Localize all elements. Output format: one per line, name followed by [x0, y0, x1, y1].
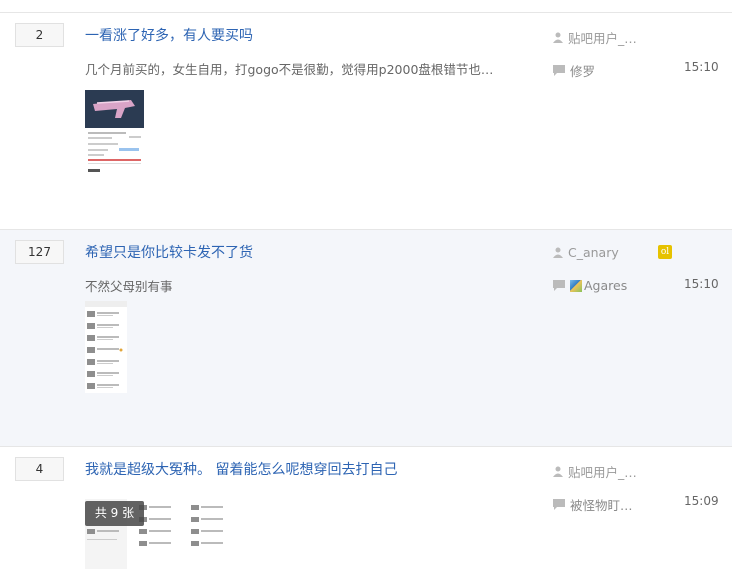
thread-author[interactable]: 贴吧用户_…: [553, 28, 637, 47]
last-replier[interactable]: 修罗: [553, 61, 595, 80]
thread-item: 4 我就是超级大冤种。 留着能怎么呢想穿回去打自己 共 9 张 贴吧用户_… 被…: [0, 447, 732, 577]
thread-thumbnail[interactable]: [85, 301, 127, 397]
user-icon: [553, 247, 563, 258]
author-name[interactable]: 贴吧用户_…: [568, 462, 637, 481]
member-badge-icon: ol: [658, 245, 672, 259]
last-reply-time: 15:09: [684, 494, 719, 508]
comment-icon: [553, 280, 565, 291]
author-name[interactable]: C_anary: [568, 245, 619, 260]
reply-count-badge: 2: [15, 23, 64, 47]
thread-excerpt: 几个月前买的，女生自用，打gogo不是很勤，觉得用p2000盘根错节也和这…: [85, 62, 500, 77]
image-count-label[interactable]: 共 9 张: [85, 501, 144, 526]
replier-avatar: [570, 279, 582, 292]
user-icon: [553, 466, 563, 477]
replier-name[interactable]: Agares: [584, 278, 627, 293]
reply-count-badge: 127: [15, 240, 64, 264]
thread-thumbnail[interactable]: [85, 90, 144, 178]
screenshot-thumbnail-icon: [85, 90, 144, 174]
thread-item: 127 希望只是你比较卡发不了货 不然父母别有事 C_anary ol Agar…: [0, 230, 732, 447]
reply-count-badge: 4: [15, 457, 64, 481]
replier-name[interactable]: 被怪物盯…: [570, 495, 633, 514]
thread-item: 2 一看涨了好多，有人要买吗 几个月前买的，女生自用，打gogo不是很勤，觉得用…: [0, 13, 732, 230]
comment-icon: [553, 499, 565, 510]
comment-icon: [553, 65, 565, 76]
last-replier[interactable]: Agares: [553, 278, 627, 293]
screenshot-thumbnail-icon: [85, 301, 127, 393]
author-name[interactable]: 贴吧用户_…: [568, 28, 637, 47]
thread-title-link[interactable]: 我就是超级大冤种。 留着能怎么呢想穿回去打自己: [85, 459, 397, 479]
thread-author[interactable]: C_anary: [553, 245, 619, 260]
last-reply-time: 15:10: [684, 277, 719, 291]
last-replier[interactable]: 被怪物盯…: [553, 495, 633, 514]
thread-author[interactable]: 贴吧用户_…: [553, 462, 637, 481]
thread-excerpt: 不然父母别有事: [85, 279, 173, 294]
thread-title-link[interactable]: 一看涨了好多，有人要买吗: [85, 25, 253, 45]
user-icon: [553, 32, 563, 43]
replier-name[interactable]: 修罗: [570, 61, 595, 80]
last-reply-time: 15:10: [684, 60, 719, 74]
thread-title-link[interactable]: 希望只是你比较卡发不了货: [85, 242, 253, 262]
